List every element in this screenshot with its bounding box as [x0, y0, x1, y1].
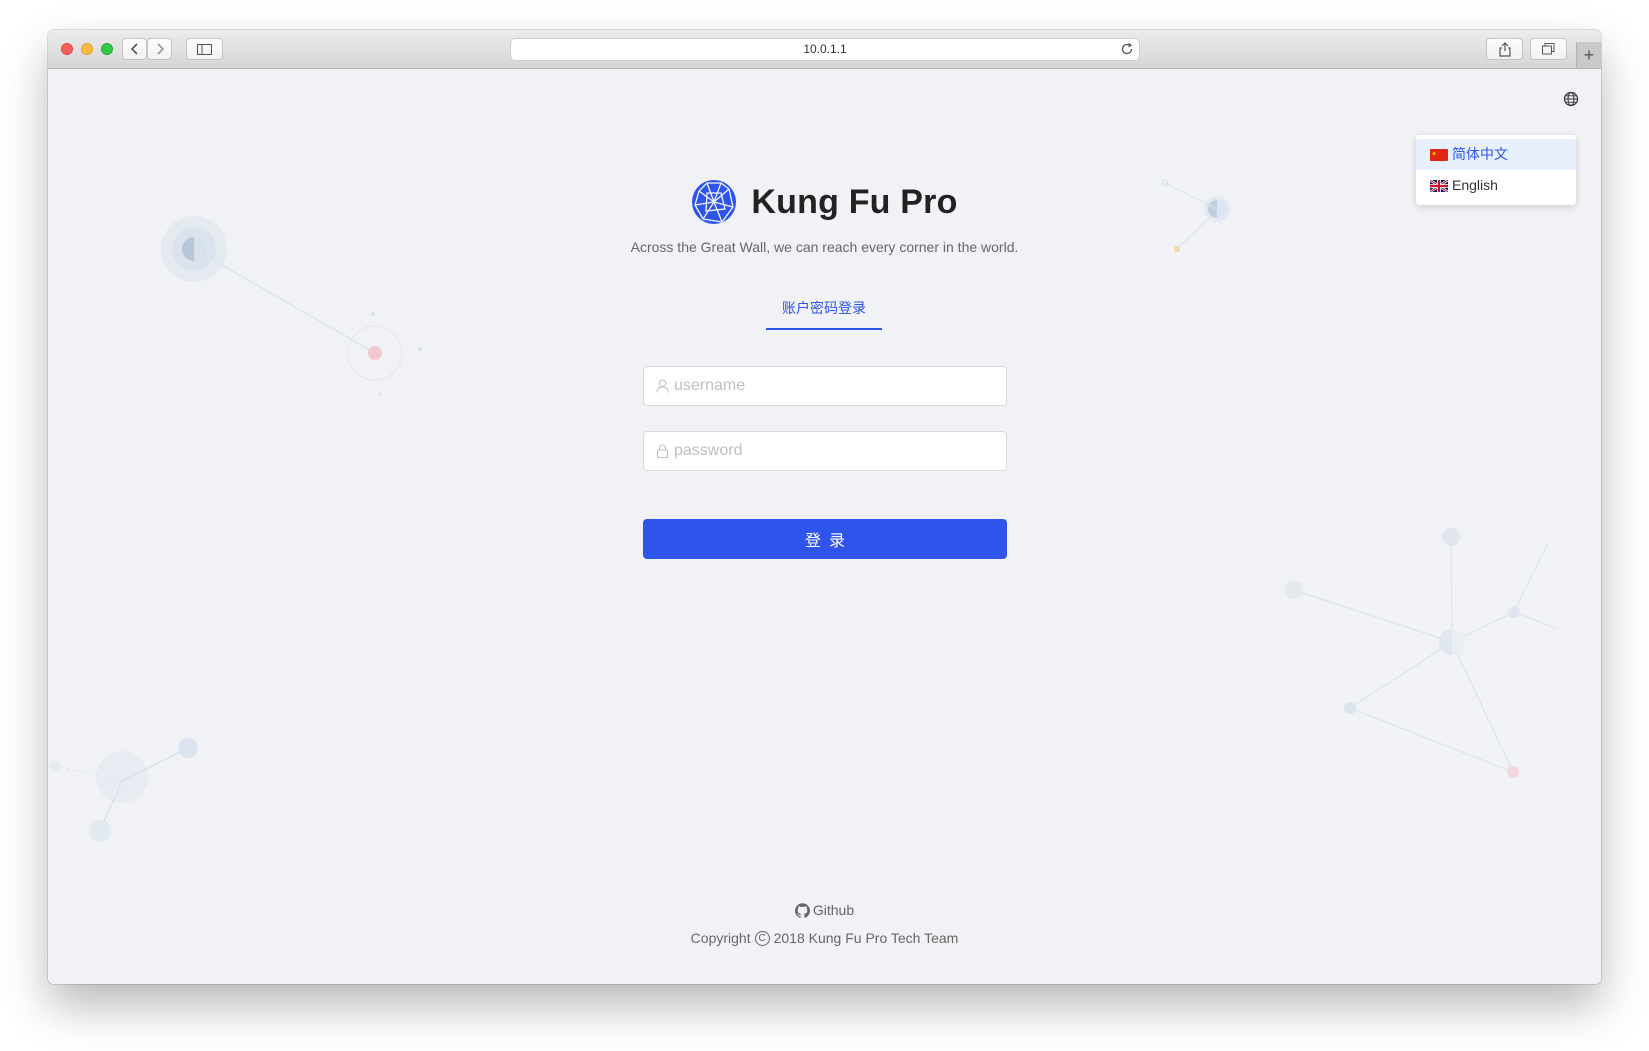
tabs-overview-button[interactable]: [1530, 38, 1567, 60]
password-field[interactable]: [643, 431, 1007, 471]
back-button[interactable]: [122, 38, 147, 60]
logo-icon: [692, 180, 737, 224]
url-text: 10.0.1.1: [803, 42, 847, 56]
username-field[interactable]: [643, 366, 1007, 406]
sidebar-icon: [197, 43, 212, 55]
plus-icon: +: [1583, 44, 1595, 65]
app-title: Kung Fu Pro: [751, 182, 958, 221]
login-header: Kung Fu Pro: [48, 179, 1601, 230]
share-icon: [1498, 41, 1511, 57]
copyright-icon: C: [754, 930, 770, 946]
copyright-prefix: Copyright: [690, 930, 751, 946]
password-input[interactable]: [674, 442, 994, 460]
new-tab-button[interactable]: +: [1576, 42, 1601, 68]
language-globe-icon[interactable]: [1563, 91, 1579, 107]
close-window-button[interactable]: [61, 43, 73, 55]
chevron-left-icon: [130, 43, 138, 55]
login-submit-button[interactable]: 登录: [643, 519, 1007, 559]
github-link-label: Github: [812, 902, 855, 918]
tabs-icon: [1542, 43, 1555, 55]
language-option-label: 简体中文: [1452, 146, 1508, 162]
forward-button[interactable]: [147, 38, 172, 60]
chevron-right-icon: [156, 43, 164, 55]
language-option-zh-cn[interactable]: 简体中文: [1416, 139, 1576, 170]
sidebar-toggle-button[interactable]: [186, 38, 223, 60]
github-link[interactable]: Github: [48, 902, 1601, 918]
zoom-window-button[interactable]: [101, 43, 113, 55]
minimize-window-button[interactable]: [81, 43, 93, 55]
tab-account-password-login[interactable]: 账户密码登录: [766, 296, 882, 330]
copyright: Copyright C 2018 Kung Fu Pro Tech Team: [48, 930, 1601, 946]
github-icon: [794, 902, 810, 918]
reload-icon[interactable]: [1120, 42, 1134, 56]
copyright-text: 2018 Kung Fu Pro Tech Team: [773, 930, 959, 946]
user-icon: [656, 379, 669, 393]
username-input[interactable]: [674, 377, 994, 395]
browser-window: 10.0.1.1 + 简体中文 English Kung Fu Pro Acro…: [48, 30, 1601, 984]
china-flag-icon: [1430, 148, 1448, 161]
brand: Kung Fu Pro: [691, 179, 957, 225]
share-button[interactable]: [1486, 38, 1523, 60]
address-bar[interactable]: 10.0.1.1: [510, 38, 1140, 61]
app-slogan: Across the Great Wall, we can reach ever…: [630, 239, 1019, 255]
title-bar: 10.0.1.1 +: [48, 30, 1601, 69]
page-content: 简体中文 English Kung Fu Pro Across the Grea…: [48, 69, 1601, 984]
lock-icon: [656, 444, 669, 458]
